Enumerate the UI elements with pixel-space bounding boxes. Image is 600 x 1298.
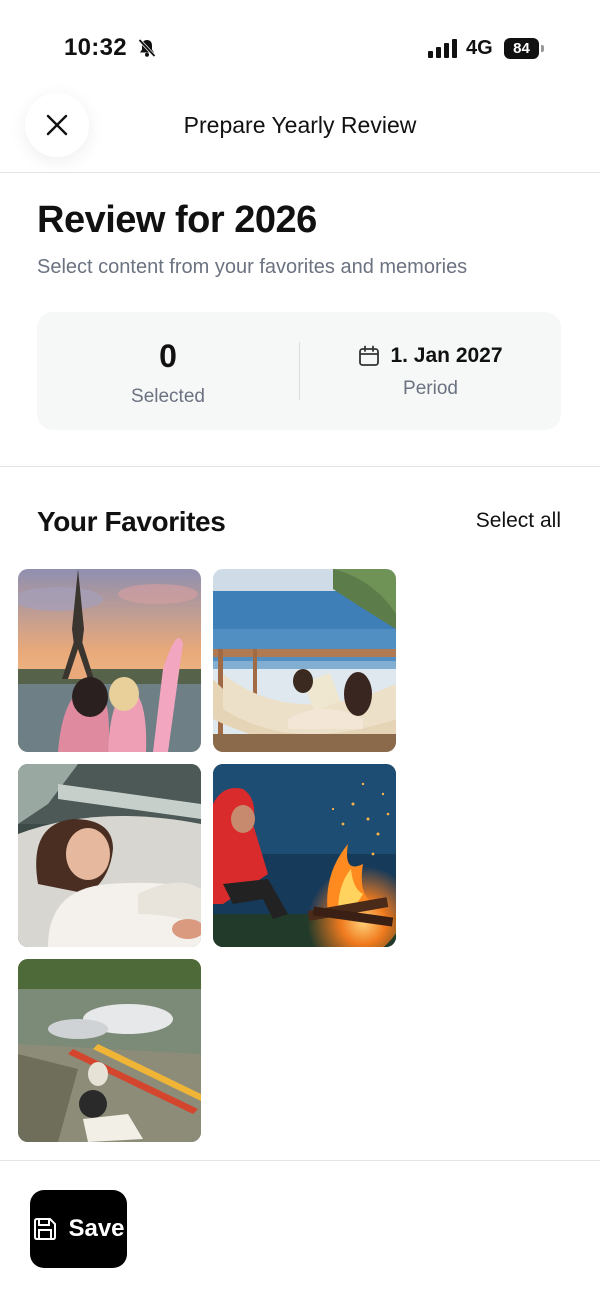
selected-label: Selected [131, 386, 205, 407]
favorite-photo-kayaks[interactable] [18, 959, 201, 1142]
save-label: Save [68, 1215, 125, 1242]
save-icon [34, 1218, 57, 1240]
favorites-title: Your Favorites [37, 506, 226, 537]
battery-level: 84 [504, 38, 539, 59]
favorite-photo-campfire[interactable] [213, 764, 396, 947]
network-label: 4G [466, 37, 493, 59]
save-button[interactable]: Save [30, 1190, 127, 1268]
review-title: Review for 2026 [37, 199, 317, 241]
campfire-image [213, 764, 396, 947]
status-time: 10:32 [64, 34, 127, 61]
period-row: 1. Jan 2027 [300, 344, 561, 368]
bell-muted-icon [138, 38, 156, 58]
period-date: 1. Jan 2027 [390, 344, 503, 367]
hammock-image [213, 569, 396, 752]
select-all-button[interactable]: Select all [476, 509, 561, 533]
page-title: Prepare Yearly Review [183, 112, 417, 138]
favorite-photo-eiffel-tower[interactable] [18, 569, 201, 752]
review-subtitle: Select content from your favorites and m… [37, 256, 468, 278]
kayaks-image [18, 959, 201, 1142]
stats-card: 0 Selected 1. Jan 2027 Period [37, 312, 561, 430]
signal-icon [428, 39, 457, 58]
status-bar: 10:32 4G 84 [0, 0, 600, 90]
favorite-photo-hammock[interactable] [213, 569, 396, 752]
favorite-photo-boat[interactable] [18, 764, 201, 947]
selected-count: 0 [159, 338, 177, 374]
battery-tip [541, 45, 544, 52]
top-header: Prepare Yearly Review [0, 90, 600, 173]
bottom-divider [0, 1160, 600, 1161]
period-label: Period [403, 378, 458, 399]
battery-indicator: 84 [504, 38, 544, 59]
boat-image [18, 764, 201, 947]
period-stat[interactable]: 1. Jan 2027 Period [300, 312, 561, 430]
section-divider [0, 466, 600, 467]
calendar-icon [359, 345, 380, 366]
selected-stat: 0 Selected [37, 312, 299, 430]
eiffel-tower-image [18, 569, 201, 752]
